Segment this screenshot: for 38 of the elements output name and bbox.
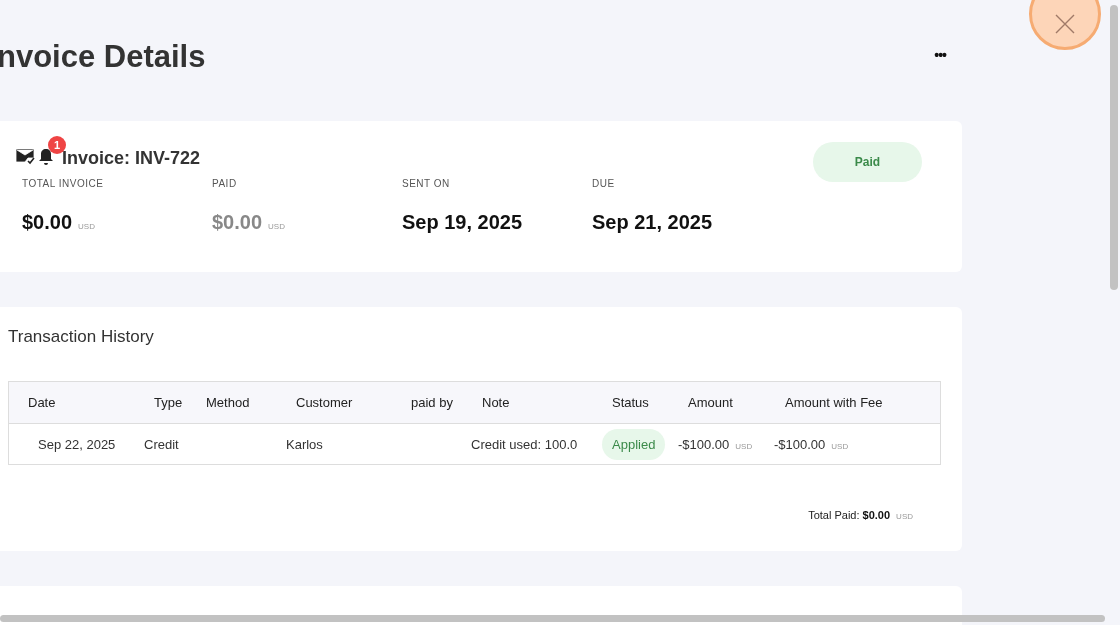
currency-label: USD [735,441,753,451]
table-cell-text: Sep 22, 2025 [37,436,117,452]
currency-label: USD [78,222,95,231]
stat-value: Sep 19, 2025 [402,211,523,234]
stat-value: Sep 21, 2025 [592,211,713,234]
currency-label: USD [268,222,285,231]
mail-check-icon [16,148,36,165]
status-badge: Applied [602,428,666,460]
stat-value: $0.00 [22,211,73,234]
column-header: Date [27,395,57,410]
vertical-scrollbar[interactable] [1110,5,1118,290]
column-header: Method [206,395,251,410]
table-cell-text: Credit [143,436,180,452]
close-icon [1055,14,1075,34]
table-cell: -$100.00 [678,436,730,452]
status-badge: Paid [813,142,922,182]
more-options-button[interactable]: ••• [930,46,950,63]
column-header: Amount with Fee [785,395,884,410]
table-cell: -$100.00 [774,436,826,452]
stat-value: $0.00 [212,211,263,234]
section-title: Transaction History [8,327,155,347]
column-header: Type [153,395,184,410]
column-header: paid by [410,395,454,410]
table-cell-text: Karlos [285,436,324,452]
column-header: Amount [688,395,734,410]
currency-label: USD [831,441,849,451]
column-header: Status [611,395,650,410]
bell-icon [38,147,54,166]
table-cell-text: Credit used: 100.0 [471,436,579,452]
column-header: Customer [295,395,354,410]
currency-label: USD [896,512,913,521]
stat-label: TOTAL INVOICE [22,178,105,189]
stat-label: DUE [592,178,616,189]
stat-label: PAID [212,178,238,189]
column-header: Note [482,395,511,410]
horizontal-scrollbar[interactable] [0,615,1105,622]
total-paid-label: Total Paid: $0.00 [808,509,891,521]
stat-label: SENT ON [402,178,451,189]
